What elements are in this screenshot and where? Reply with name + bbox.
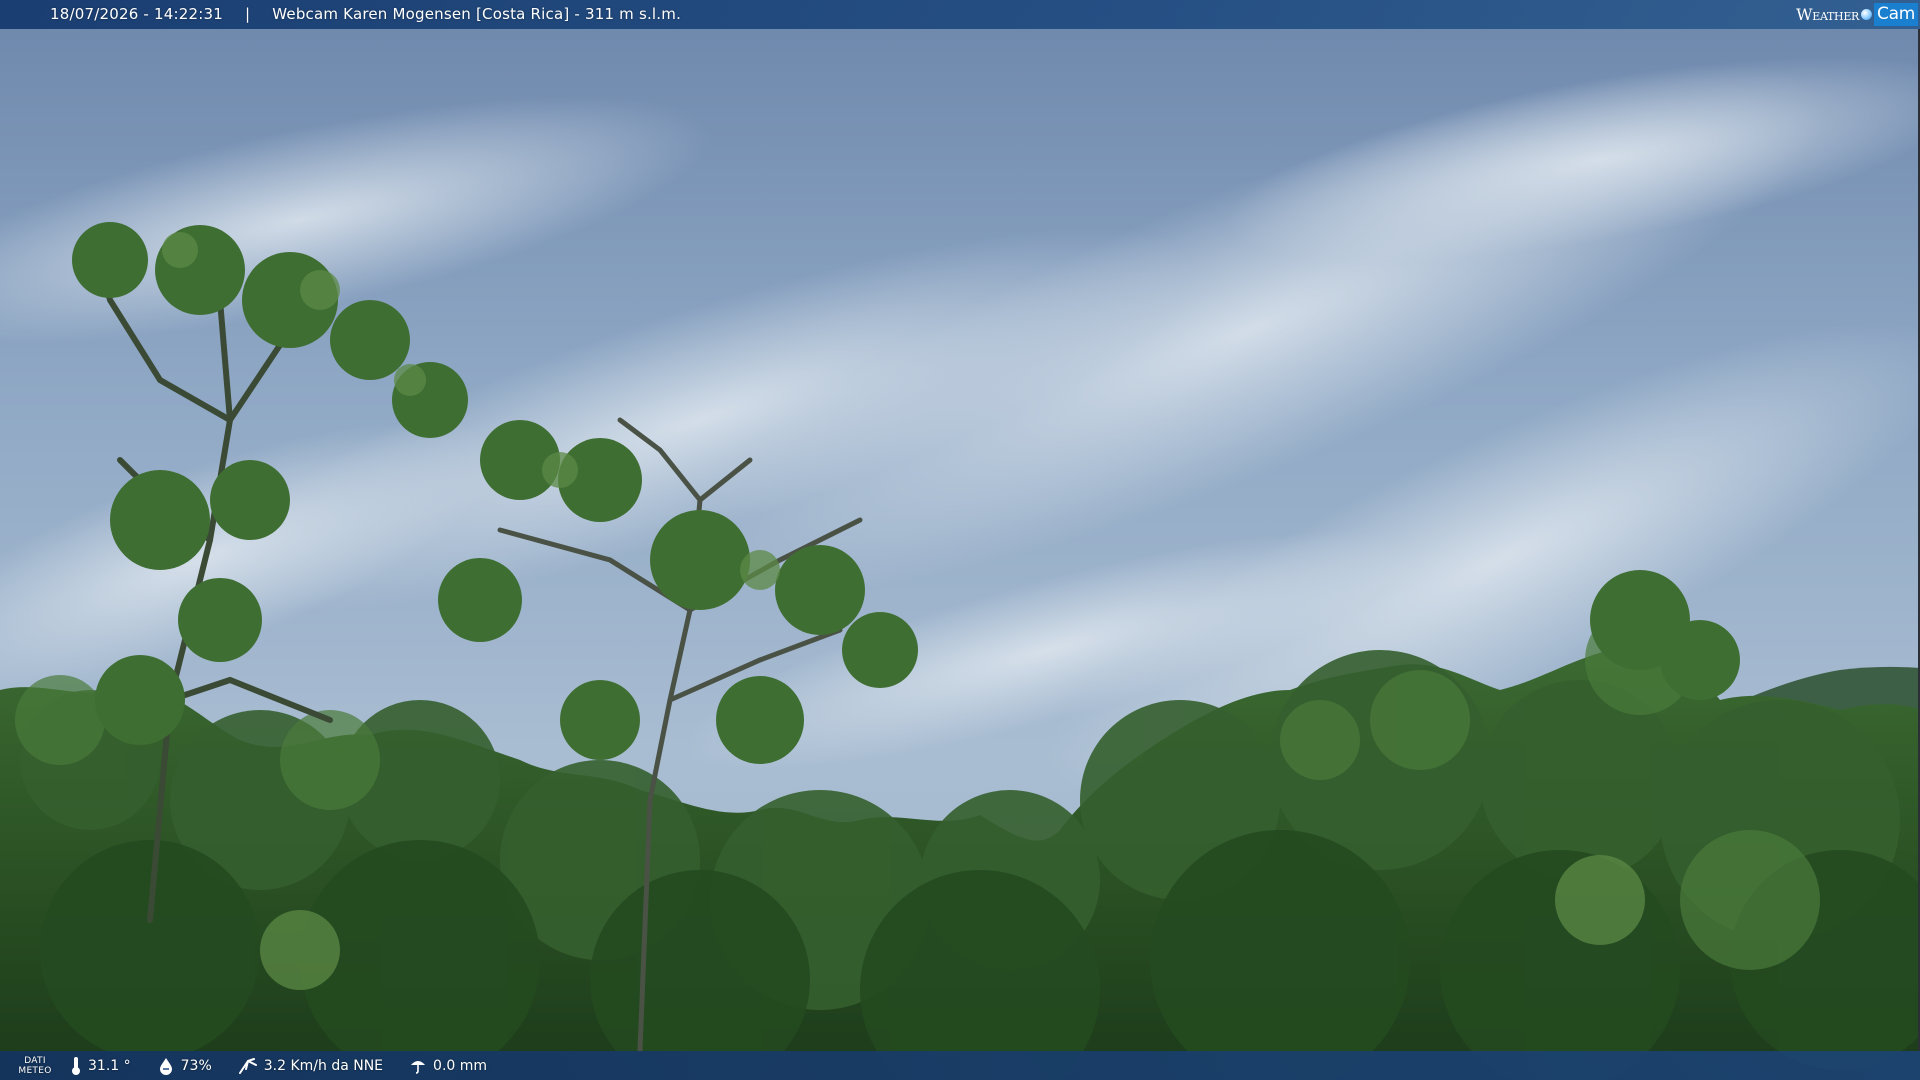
meteo-label-line1: DATI <box>24 1055 46 1066</box>
humidity-drop-icon <box>159 1057 172 1075</box>
webcam-frame: 18/07/2026 - 14:22:31 | Webcam Karen Mog… <box>0 0 1920 1080</box>
humidity-metric: 73% <box>157 1057 212 1075</box>
wind-metric: 3.2 Km/h da NNE <box>238 1057 383 1075</box>
rain-metric: 0.0 mm <box>409 1057 487 1075</box>
rain-icon <box>411 1060 426 1074</box>
wind-value: 3.2 Km/h da NNE <box>263 1057 384 1074</box>
meteo-label: DATI METEO <box>0 1056 70 1076</box>
weathercam-logo: Weather Cam <box>1796 2 1918 27</box>
webcam-image <box>0 0 1920 1080</box>
webcam-title: Webcam Karen Mogensen [Costa Rica] - 311… <box>272 5 682 23</box>
temperature-value: 31.1 ° <box>88 1057 131 1074</box>
capture-datetime: 18/07/2026 - 14:22:31 <box>50 5 223 23</box>
logo-globe-icon <box>1861 9 1873 20</box>
webcam-info-bar: 18/07/2026 - 14:22:31 | Webcam Karen Mog… <box>0 0 1920 29</box>
rain-value: 0.0 mm <box>433 1057 488 1074</box>
weather-data-bar: DATI METEO 31.1 ° 73% 3.2 Km/h da NNE 0.… <box>0 1051 1920 1080</box>
logo-text-weather: Weather <box>1796 5 1860 24</box>
thermometer-icon <box>72 1056 80 1075</box>
temperature-metric: 31.1 ° <box>70 1056 131 1076</box>
separator: | <box>244 5 251 23</box>
humidity-value: 73% <box>180 1057 212 1074</box>
wind-icon <box>238 1057 257 1074</box>
meteo-label-line2: METEO <box>18 1065 52 1076</box>
logo-text-cam: Cam <box>1874 3 1918 26</box>
